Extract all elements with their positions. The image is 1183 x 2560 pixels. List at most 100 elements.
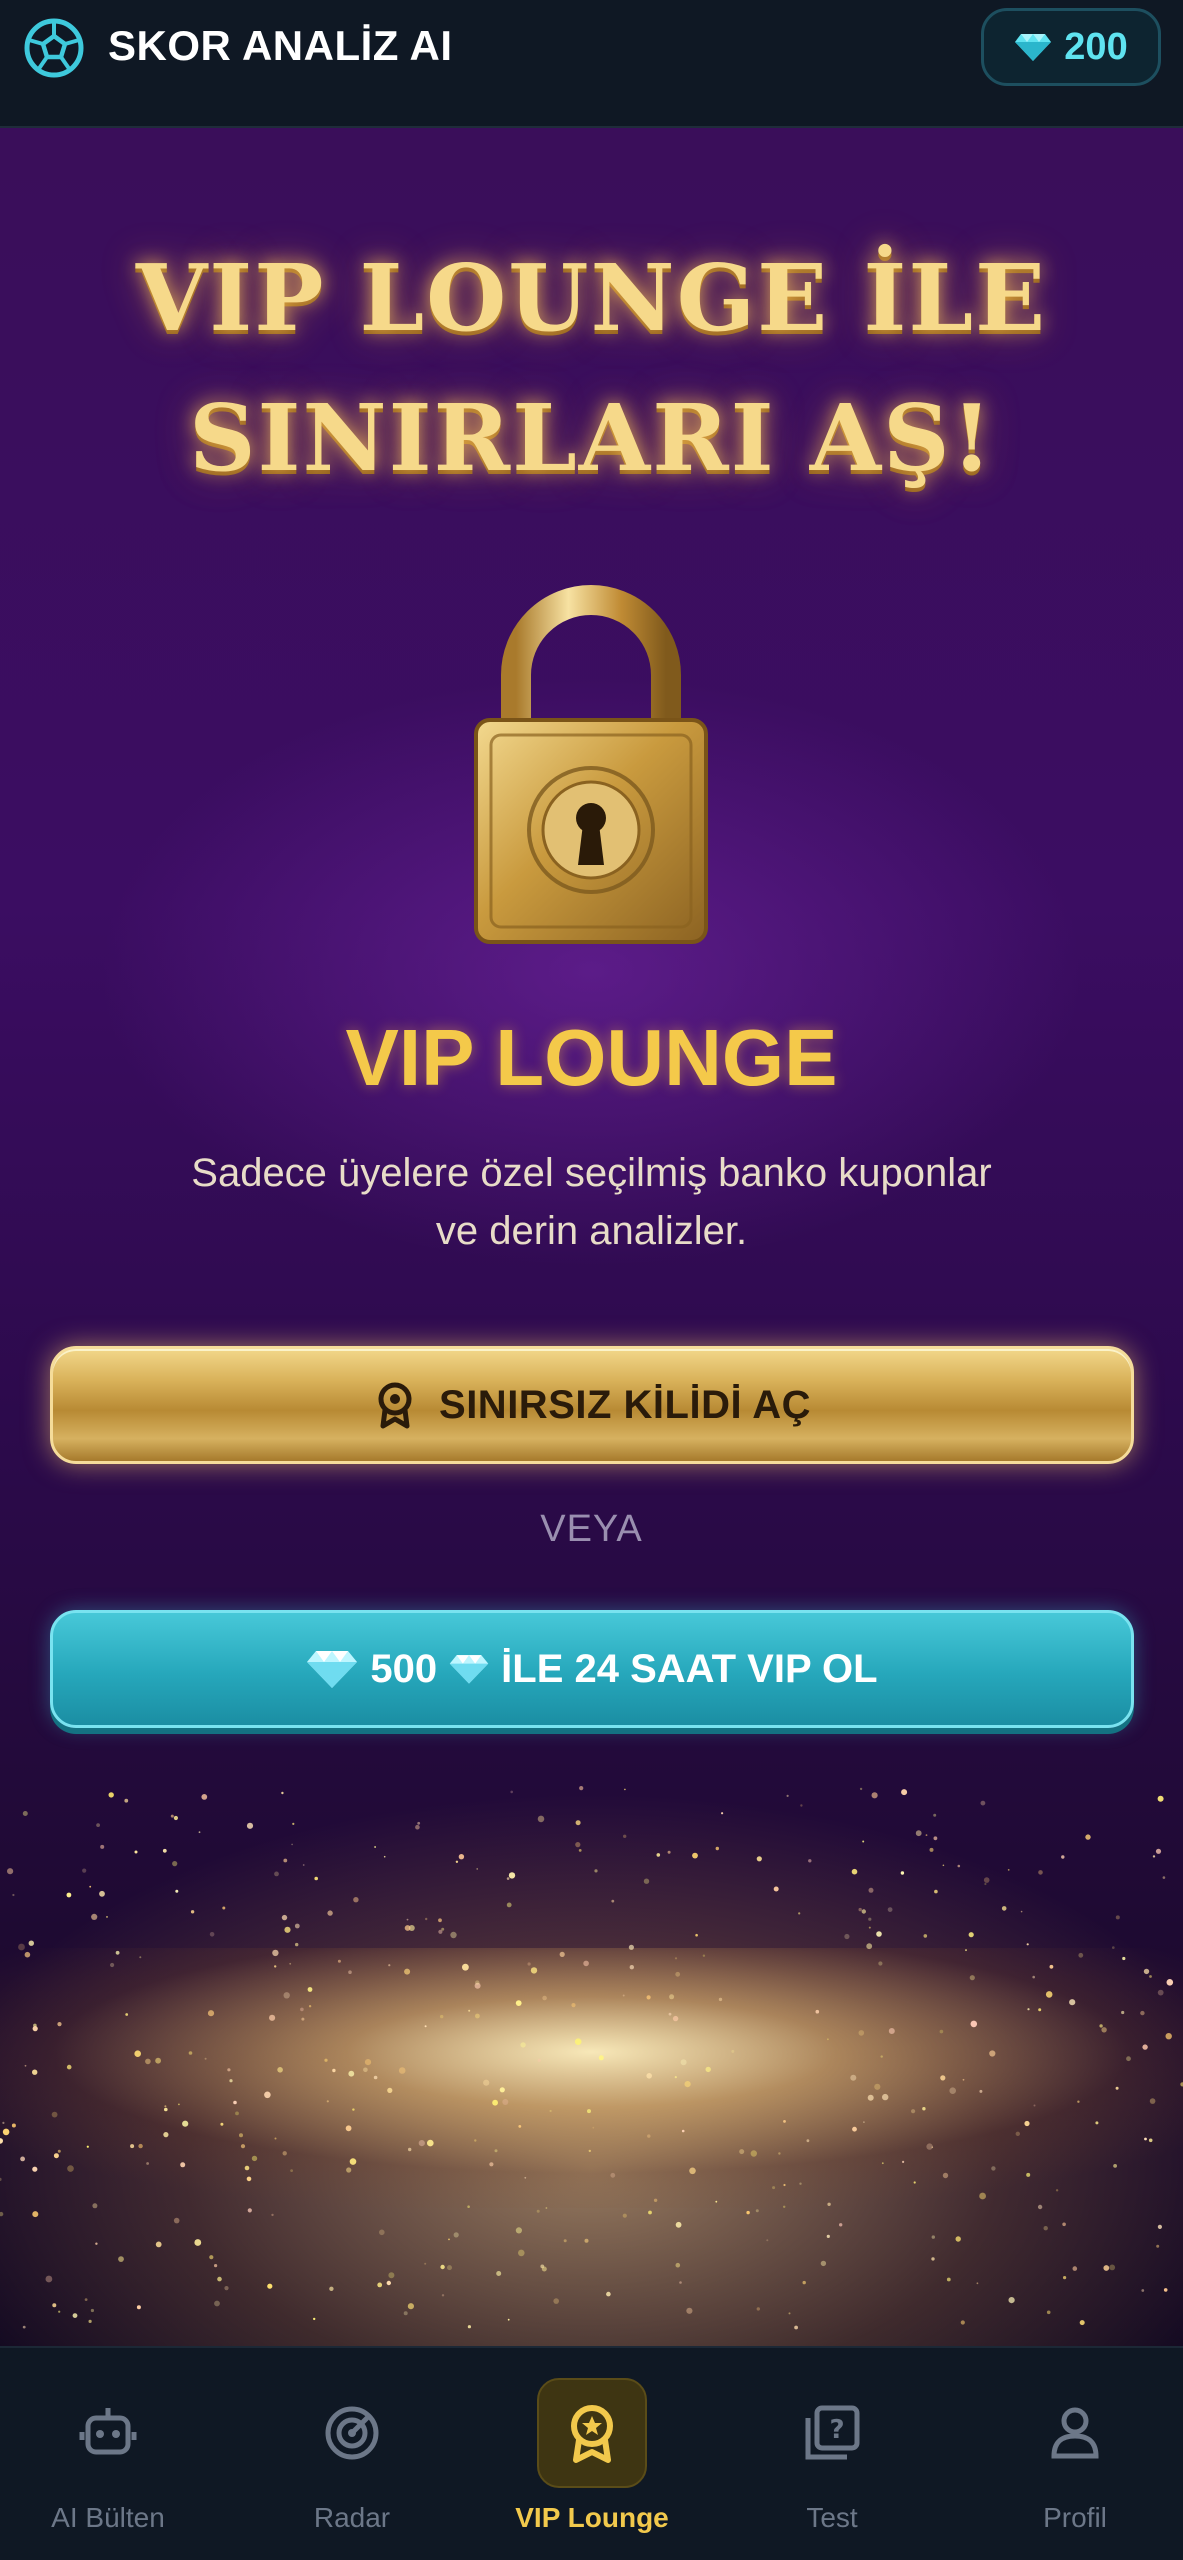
sparkle — [178, 2103, 180, 2106]
sparkle — [332, 2068, 336, 2073]
nav-item-radar[interactable]: Radar — [252, 2378, 452, 2548]
sparkle — [240, 2144, 246, 2149]
sparkle — [18, 1943, 25, 1951]
buy-24h-vip-button[interactable]: 500 İLE 24 SAAT VIP OL — [50, 1610, 1134, 1728]
sparkle — [653, 2198, 658, 2202]
sparkle — [66, 1892, 72, 1898]
nav-label: Test — [806, 2502, 858, 2533]
sparkle — [453, 2232, 459, 2238]
sparkle — [553, 2298, 559, 2304]
sparkle — [57, 2022, 62, 2027]
sparkle — [173, 2217, 180, 2224]
sparkle — [313, 2317, 316, 2321]
sparkle — [220, 2122, 224, 2126]
nav-label: Profil — [1043, 2502, 1107, 2533]
sparkle — [647, 2134, 651, 2138]
sparkle — [507, 2318, 510, 2321]
sparkle — [164, 2105, 167, 2108]
app-title: SKOR ANALİZ AI — [108, 22, 453, 69]
sparkle — [571, 2003, 576, 2008]
nav-item-test[interactable]: ? Test — [732, 2378, 932, 2548]
quiz-icon: ? — [805, 2405, 860, 2460]
sparkle — [549, 2109, 552, 2113]
sparkle — [52, 2303, 57, 2308]
sparkle — [587, 2109, 591, 2114]
sparkle — [1027, 2008, 1030, 2011]
nav-item-ai-bulten[interactable]: AI Bülten — [8, 2378, 208, 2548]
sparkle — [866, 1943, 873, 1950]
sparkle — [383, 1855, 386, 1858]
sparkle — [7, 1868, 14, 1875]
sparkle — [537, 1815, 545, 1823]
sparkle — [476, 1868, 479, 1870]
sparkle — [766, 2239, 769, 2242]
sparkle — [229, 2079, 233, 2083]
sparkle — [1008, 2297, 1015, 2304]
sparkle — [67, 2165, 74, 2172]
sparkle — [902, 2160, 905, 2163]
sparkle — [164, 2107, 168, 2112]
sparkle — [970, 2020, 978, 2028]
sparkle — [675, 1971, 681, 1977]
sparkle — [1063, 2276, 1067, 2280]
sparkle — [175, 1889, 179, 1893]
sparkle — [746, 2210, 750, 2215]
sparkle — [933, 1836, 938, 1841]
sparkle — [868, 1887, 874, 1893]
sparkle — [783, 2183, 786, 2187]
sparkle — [859, 1787, 863, 1791]
sparkle — [467, 2205, 470, 2208]
sparkle — [868, 1917, 872, 1921]
sparkle — [679, 2281, 682, 2284]
sparkle — [1157, 1989, 1164, 1996]
sparkle — [667, 1850, 671, 1854]
sparkle — [134, 1850, 138, 1854]
sparkle — [1085, 1834, 1091, 1840]
sparkle — [983, 1877, 990, 1883]
sparkle — [415, 1824, 420, 1830]
sparkle — [138, 2143, 143, 2149]
sparkle — [820, 2260, 827, 2267]
sparkle — [1026, 1943, 1029, 1946]
sparkle — [674, 2076, 677, 2079]
sparkle — [686, 2307, 693, 2314]
sparkle — [508, 1872, 516, 1879]
sparkle — [217, 2276, 222, 2282]
sparkle — [979, 2089, 983, 2093]
sparkle — [874, 2083, 881, 2090]
sparkle — [110, 1962, 115, 1968]
sparkle — [32, 2069, 38, 2075]
app-top-bar: SKOR ANALİZ AI 200 — [0, 0, 1183, 128]
sparkle — [91, 1913, 98, 1920]
sparkle — [1163, 2288, 1168, 2292]
sparkle — [326, 2100, 329, 2103]
nav-item-vip-lounge[interactable]: VIP Lounge — [492, 2378, 692, 2548]
sparkle — [656, 1853, 661, 1857]
sparkle — [1103, 2265, 1110, 2271]
sparkle — [984, 1882, 987, 1886]
sparkle — [301, 2017, 305, 2021]
unlimited-unlock-button[interactable]: SINIRSIZ KİLİDİ AÇ — [50, 1346, 1134, 1464]
sparkle — [1155, 1848, 1162, 1854]
sparkle — [1152, 1855, 1156, 1858]
sparkle — [773, 1886, 779, 1892]
sparkle — [852, 2126, 857, 2132]
sparkle — [510, 1790, 513, 1794]
sparkle — [345, 2125, 352, 2132]
sparkle — [2, 2121, 5, 2124]
sparkle — [441, 2294, 445, 2297]
sparkle — [468, 2009, 471, 2012]
sparkle — [425, 1917, 428, 1921]
sparkle — [337, 1959, 341, 1963]
sparkle — [675, 2221, 682, 2228]
sparkle — [163, 2132, 169, 2138]
sparkle — [130, 2144, 135, 2149]
radar-icon — [325, 2406, 379, 2460]
sparkle — [388, 2272, 395, 2279]
diamond-icon — [307, 1651, 358, 1688]
sparkle — [145, 2058, 151, 2065]
sparkle — [1077, 2100, 1080, 2103]
sparkle — [957, 1864, 961, 1868]
gem-balance-badge[interactable]: 200 — [981, 8, 1161, 86]
nav-item-profil[interactable]: Profil — [975, 2378, 1175, 2548]
